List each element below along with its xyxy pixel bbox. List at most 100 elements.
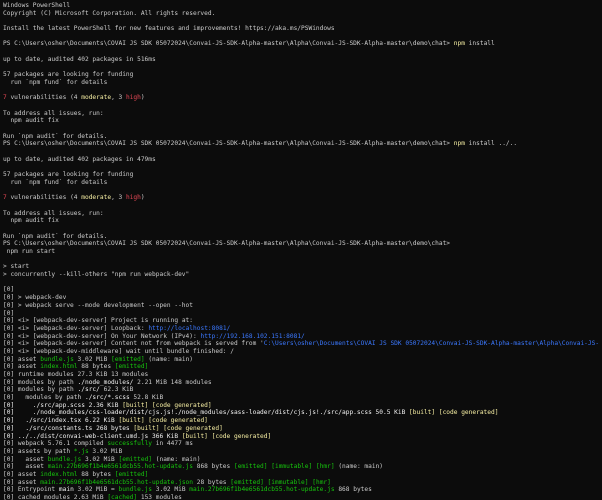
terminal-text-segment: [0] asset — [3, 478, 41, 486]
terminal-text-segment: bundle.js — [40, 355, 74, 363]
terminal-line: [0] Entrypoint main 3.02 MiB = bundle.js… — [3, 486, 599, 494]
terminal-text-segment: [cached] — [107, 494, 138, 500]
terminal-line: > concurrently --kill-others "npm run we… — [3, 271, 599, 279]
terminal-text-segment: , 3 — [111, 94, 126, 102]
terminal-text-segment: 153 modules — [137, 494, 182, 500]
terminal-text-segment: PS C:\Users\osher\Documents\COVAI JS SDK… — [3, 240, 454, 248]
terminal-text-segment: 62.3 KiB — [99, 386, 134, 394]
terminal-text-segment: [0] modules by path — [3, 386, 78, 394]
terminal-line: Copyright (C) Microsoft Corporation. All… — [3, 10, 599, 18]
terminal-text-segment: (name: main) — [152, 455, 201, 463]
terminal-line: [0] ../../dist/convai-web-client.umd.js … — [3, 433, 599, 441]
terminal-text-segment: high — [125, 194, 141, 202]
terminal-text-segment: > start — [3, 263, 30, 271]
terminal-text-segment: 868 bytes — [193, 463, 234, 471]
terminal-text-segment: [webpack-dev-middleware] — [32, 347, 123, 355]
terminal-line: [0] ./src/index.tsx 6.22 KiB [built] [co… — [3, 417, 599, 425]
terminal-line: [0] ./src/app.scss 2.36 KiB [built] [cod… — [3, 402, 599, 410]
terminal-text-segment: [0] Entrypoint — [3, 486, 59, 494]
terminal-text-segment: 28 bytes — [193, 478, 231, 486]
terminal-text-segment: [0] asset — [3, 455, 48, 463]
terminal-text-segment: 88 bytes — [77, 363, 115, 371]
terminal-text-segment: Run `npm audit` for details. — [3, 232, 108, 240]
terminal-text-segment: [webpack-dev-server] — [32, 324, 108, 332]
terminal-text-segment: Content not from webpack is served from … — [107, 340, 264, 348]
terminal-line: npm audit fix — [3, 117, 599, 125]
terminal-line: [0] — [3, 310, 599, 318]
terminal-line: up to date, audited 402 packages in 479m… — [3, 156, 599, 164]
terminal-text-segment: npm — [453, 40, 465, 48]
terminal-line: run `npm fund` for details — [3, 79, 599, 87]
terminal-output[interactable]: Windows PowerShell Copyright (C) Microsof… — [0, 0, 602, 500]
terminal-text-segment: ./src/*.scss — [84, 394, 130, 402]
terminal-text-segment: To address all issues, run: — [3, 209, 104, 217]
terminal-text-segment: [0] <i> — [3, 317, 33, 325]
terminal-text-segment: 3.02 MiB — [81, 455, 119, 463]
terminal-text-segment: Copyright (C) Microsoft Corporation. All… — [3, 9, 216, 17]
terminal-text-segment: bundle.js — [47, 455, 82, 463]
terminal-text-segment: [immutable] — [267, 478, 309, 486]
terminal-text-segment: [webpack-dev-server] — [32, 317, 108, 325]
terminal-text-segment: [code generated] — [148, 417, 208, 425]
terminal-text-segment: [built] — [181, 432, 208, 440]
terminal-text-segment: index.html — [40, 470, 78, 478]
terminal-text-segment: [built] — [409, 409, 436, 417]
terminal-text-segment: (name: main) — [144, 355, 194, 363]
terminal-text-segment: [0] <i> — [3, 332, 33, 340]
terminal-text-segment: 3.02 MiB — [88, 447, 123, 455]
terminal-text-segment: install ../.. — [464, 140, 518, 148]
terminal-text-segment: ./node_modules/ — [77, 378, 134, 386]
terminal-line: npm audit fix — [3, 217, 599, 225]
terminal-text-segment: [0] asset — [3, 463, 48, 471]
terminal-text-segment: [0] > webpack serve --mode development -… — [3, 301, 193, 309]
terminal-line: [0] modules by path ./src/*.scss 52.8 Ki… — [3, 394, 599, 402]
terminal-text-segment: install — [464, 40, 495, 48]
terminal-text-segment: [0] ./node_modules/css-loader/dist/cjs.j… — [3, 409, 410, 417]
terminal-text-segment: [immutable] — [271, 463, 313, 471]
terminal-line: [0] assets by path *.js 3.02 MiB — [3, 448, 599, 456]
terminal-text-segment: main.27b696f1b4e6561dcb55.hot-update.js — [47, 463, 193, 471]
terminal-text-segment: up to date, audited 402 packages in 479m… — [3, 155, 156, 163]
terminal-line: [0] <i> [webpack-dev-server] On Your Net… — [3, 333, 599, 341]
terminal-text-segment: C:\Users\osher\Documents\COVAI JS SDK 05… — [263, 340, 599, 348]
terminal-text-segment: main — [58, 486, 74, 494]
terminal-line: [0] asset main.27b696f1b4e6561dcb55.hot-… — [3, 479, 599, 487]
terminal-text-segment: main.27b696f1b4e6561dcb55.hot-update.jso… — [40, 478, 193, 486]
terminal-text-segment: [0] ../../dist/convai-web-client.umd.js … — [3, 432, 182, 440]
terminal-text-segment: [emitted] — [114, 363, 149, 371]
terminal-line: [0] asset bundle.js 3.02 MiB [emitted] (… — [3, 356, 599, 364]
terminal-line: [0] <i> [webpack-dev-middleware] wait un… — [3, 348, 599, 356]
terminal-text-segment: ./src/ — [77, 386, 100, 394]
terminal-text-segment: [0] assets by path — [3, 447, 74, 455]
terminal-text-segment: index.html — [40, 363, 78, 371]
terminal-text-segment: npm — [453, 140, 465, 148]
terminal-text-segment: > concurrently --kill-others "npm run we… — [3, 271, 190, 279]
terminal-line: [0] <i> [webpack-dev-server] Loopback: h… — [3, 325, 599, 333]
terminal-line: [0] — [3, 286, 599, 294]
terminal-line: PS C:\Users\osher\Documents\COVAI JS SDK… — [3, 240, 599, 248]
terminal-line: [0] modules by path ./node_modules/ 2.21… — [3, 379, 599, 387]
terminal-text-segment: [0] webpack 5.76.1 compiled — [3, 440, 108, 448]
terminal-line: 57 packages are looking for funding — [3, 171, 599, 179]
terminal-text-segment: 57 packages are looking for funding — [3, 171, 134, 179]
terminal-text-segment: ) — [140, 94, 145, 102]
terminal-text-segment: successfully — [107, 440, 153, 448]
terminal-text-segment: vulnerabilities (4 — [6, 94, 82, 102]
terminal-text-segment: 3.02 MiB = — [73, 486, 119, 494]
terminal-text-segment: [emitted] — [118, 455, 153, 463]
terminal-text-segment: (name: main) — [334, 463, 384, 471]
terminal-text-segment: npm run start — [3, 248, 56, 255]
terminal-text-segment: [0] ./src/index.tsx 6.22 KiB — [3, 417, 119, 425]
terminal-text-segment: [0] — [3, 286, 18, 294]
terminal-line: run `npm fund` for details — [3, 179, 599, 187]
terminal-line: [0] cached modules 2.63 MiB [cached] 153… — [3, 494, 599, 500]
terminal-line: To address all issues, run: — [3, 110, 599, 118]
terminal-text-segment: PS C:\Users\osher\Documents\COVAI JS SDK… — [3, 140, 454, 148]
